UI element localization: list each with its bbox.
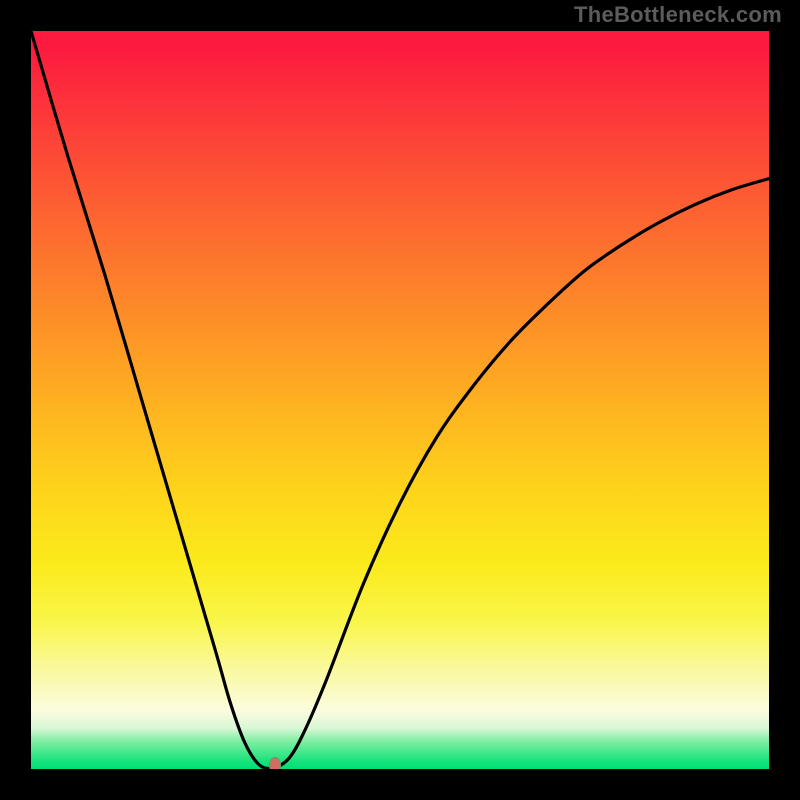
curve-svg xyxy=(31,31,769,769)
plot-area xyxy=(31,31,769,769)
chart-frame: TheBottleneck.com xyxy=(0,0,800,800)
watermark-text: TheBottleneck.com xyxy=(574,2,782,28)
bottleneck-curve xyxy=(31,31,769,768)
minimum-marker xyxy=(269,757,281,769)
